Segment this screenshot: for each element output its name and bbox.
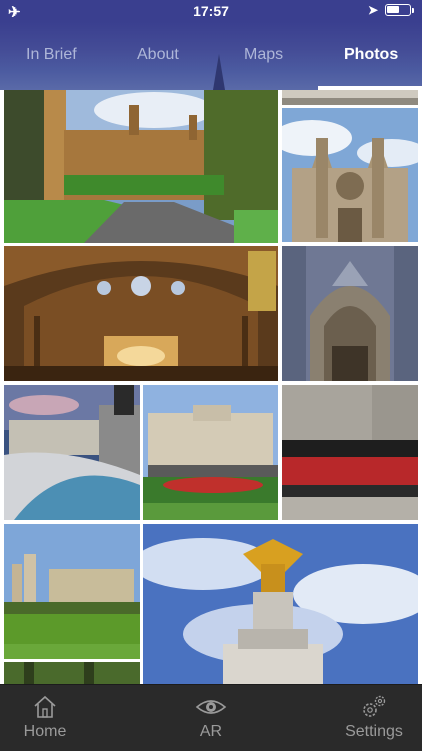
home-icon	[34, 695, 56, 718]
photo-westminster-abbey[interactable]	[282, 108, 418, 242]
bottom-tab-bar: Home AR Settings	[0, 684, 422, 751]
tab-settings-label: Settings	[345, 723, 403, 740]
battery-icon	[385, 4, 411, 16]
tab-ar[interactable]: AR	[166, 685, 256, 751]
photo-parliament-lawn[interactable]	[4, 90, 278, 243]
gears-icon	[363, 695, 386, 717]
photo-buckingham-palace[interactable]	[143, 385, 278, 520]
photo-abbey-doorway[interactable]	[282, 246, 418, 381]
tab-in-brief[interactable]: In Brief	[26, 46, 77, 64]
battery-tip	[412, 8, 414, 13]
top-navigation: In Brief About Maps Photos	[0, 22, 422, 90]
tab-ar-label: AR	[199, 723, 223, 740]
status-bar: ✈ 17:57 ➤	[0, 0, 422, 22]
status-time: 17:57	[193, 3, 229, 19]
photo-street-strip[interactable]	[282, 90, 418, 105]
location-arrow-icon: ➤	[368, 3, 379, 17]
photo-cathedral-interior[interactable]	[4, 246, 278, 381]
photo-gallery[interactable]	[0, 90, 422, 684]
photo-guards-parade[interactable]	[282, 385, 418, 520]
photo-golden-angel-statue[interactable]	[143, 524, 418, 684]
tab-settings[interactable]: Settings	[326, 685, 422, 751]
tab-maps[interactable]: Maps	[244, 46, 283, 64]
header-background-spire	[213, 54, 225, 90]
photo-park-strip[interactable]	[4, 662, 140, 684]
photo-palace-memorial[interactable]	[4, 524, 140, 659]
tab-about[interactable]: About	[137, 46, 179, 64]
tab-home-label: Home	[23, 723, 67, 740]
tab-photos[interactable]: Photos	[344, 46, 398, 64]
tab-home[interactable]: Home	[0, 685, 90, 751]
eye-icon	[195, 700, 227, 714]
photo-memorial-fountain[interactable]	[4, 385, 140, 520]
